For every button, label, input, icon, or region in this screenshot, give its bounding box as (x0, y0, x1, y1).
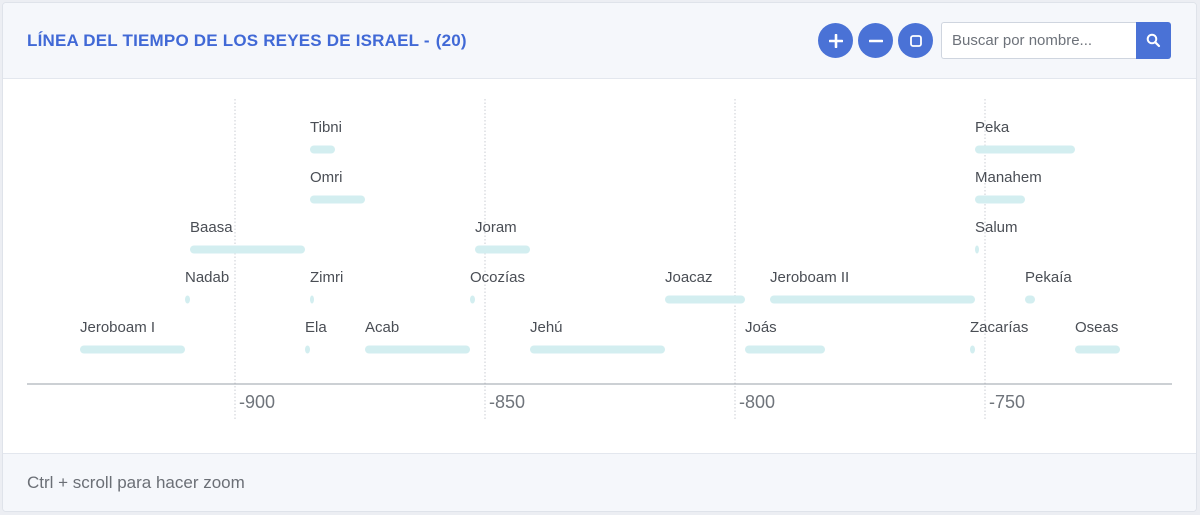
reign-bar (310, 195, 365, 204)
tick-label: -750 (989, 392, 1025, 412)
reign-bar (80, 345, 185, 354)
search-box (941, 22, 1171, 59)
king-label: Baasa (190, 219, 233, 236)
minus-icon (868, 39, 883, 42)
reign-bar (975, 195, 1025, 204)
reign-bar (185, 295, 190, 304)
reign-bar (970, 345, 975, 354)
reign-bar (770, 295, 975, 304)
toolbar (818, 22, 1171, 59)
reign-bar (1025, 295, 1035, 304)
king-label: Jeroboam I (80, 319, 155, 336)
king-label: Joacaz (665, 269, 713, 286)
card-header: LÍNEA DEL TIEMPO DE LOS REYES DE ISRAEL … (3, 3, 1196, 79)
king-label: Ela (305, 319, 327, 336)
king-label: Pekaía (1025, 269, 1072, 286)
card-footer: Ctrl + scroll para hacer zoom (3, 453, 1196, 511)
king-label: Zacarías (970, 319, 1028, 336)
zoom-hint: Ctrl + scroll para hacer zoom (27, 473, 245, 492)
reign-bar (310, 295, 314, 304)
timeline-card: LÍNEA DEL TIEMPO DE LOS REYES DE ISRAEL … (2, 2, 1197, 512)
square-icon (909, 34, 922, 47)
reign-bar (190, 245, 305, 254)
king-label: Manahem (975, 169, 1042, 186)
tick-label: -850 (489, 392, 525, 412)
king-label: Ocozías (470, 269, 525, 286)
king-label: Oseas (1075, 319, 1118, 336)
reign-bar (470, 295, 475, 304)
king-label: Nadab (185, 269, 229, 286)
title-text: LÍNEA DEL TIEMPO DE LOS REYES DE ISRAEL … (27, 31, 430, 50)
reign-bar (745, 345, 825, 354)
search-button[interactable] (1136, 22, 1171, 59)
reign-bar (1075, 345, 1120, 354)
king-label: Joram (475, 219, 517, 236)
reign-bar (975, 245, 979, 254)
reign-bar (365, 345, 470, 354)
plus-icon (828, 33, 843, 48)
reign-bar (310, 145, 335, 154)
king-label: Tibni (310, 119, 342, 136)
zoom-out-button[interactable] (858, 23, 893, 58)
page-title: LÍNEA DEL TIEMPO DE LOS REYES DE ISRAEL … (27, 31, 467, 51)
king-label: Joás (745, 319, 777, 336)
king-label: Zimri (310, 269, 343, 286)
fit-view-button[interactable] (898, 23, 933, 58)
timeline-area[interactable]: 0-900-850-800-750Jeroboam INadabBaasaEla… (3, 79, 1196, 455)
reign-bar (665, 295, 745, 304)
search-icon (1146, 33, 1161, 48)
reign-bar (975, 145, 1075, 154)
tick-label: -900 (239, 392, 275, 412)
king-label: Jehú (530, 319, 563, 336)
reign-bar (475, 245, 530, 254)
tick-label: -800 (739, 392, 775, 412)
zoom-in-button[interactable] (818, 23, 853, 58)
timeline-chart[interactable]: 0-900-850-800-750Jeroboam INadabBaasaEla… (3, 79, 1197, 455)
king-label: Acab (365, 319, 399, 336)
king-label: Peka (975, 119, 1010, 136)
king-label: Jeroboam II (770, 269, 849, 286)
search-input[interactable] (941, 22, 1136, 59)
king-label: Salum (975, 219, 1018, 236)
reign-bar (305, 345, 310, 354)
king-count: (20) (435, 31, 467, 50)
king-label: Omri (310, 169, 343, 186)
reign-bar (530, 345, 665, 354)
